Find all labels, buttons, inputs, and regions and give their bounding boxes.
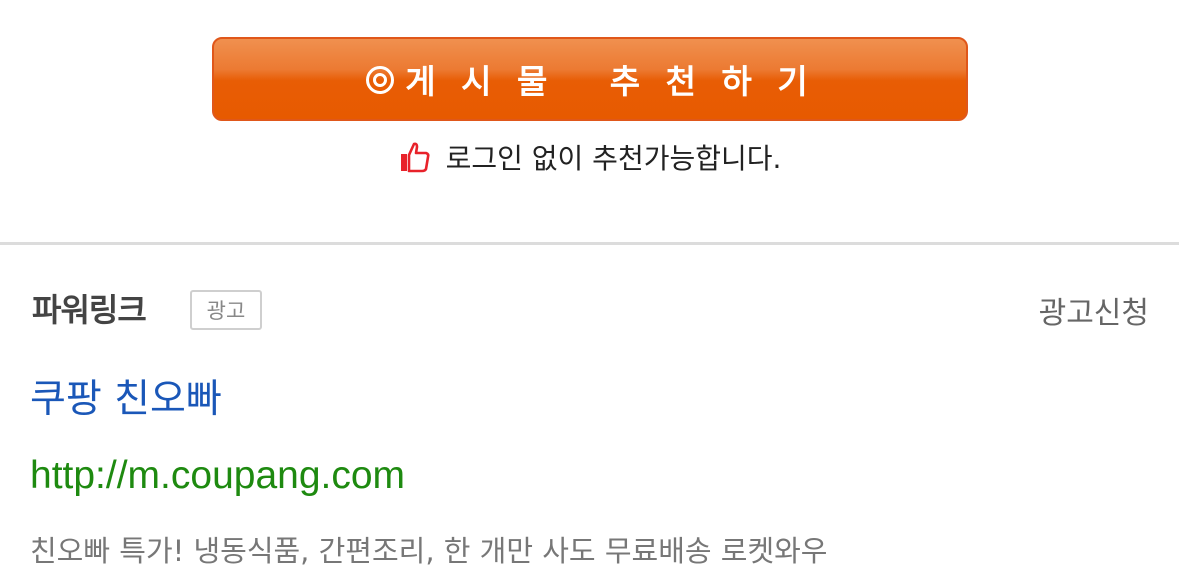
thumbs-up-icon <box>398 140 432 174</box>
powerlink-title: 파워링크 <box>32 291 147 329</box>
recommend-button-label: 게 시 물 추 천 하 기 <box>405 62 815 101</box>
login-free-recommend-note: 로그인 없이 추천가능합니다. <box>0 135 1179 179</box>
login-note-text: 로그인 없이 추천가능합니다. <box>445 142 782 175</box>
ad-description: 친오빠 특가! 냉동식품, 간편조리, 한 개만 사도 무료배송 로켓와우 <box>30 534 828 568</box>
ad-badge: 광고 <box>190 290 262 330</box>
ad-title-link[interactable]: 쿠팡 친오빠 <box>30 368 222 424</box>
ad-apply-link[interactable]: 광고신청 <box>1039 288 1149 332</box>
recommend-post-button[interactable]: 게 시 물 추 천 하 기 <box>212 37 968 121</box>
section-divider <box>0 242 1179 245</box>
target-circle-icon <box>365 64 395 94</box>
ad-url-link[interactable]: http://m.coupang.com <box>30 454 405 498</box>
